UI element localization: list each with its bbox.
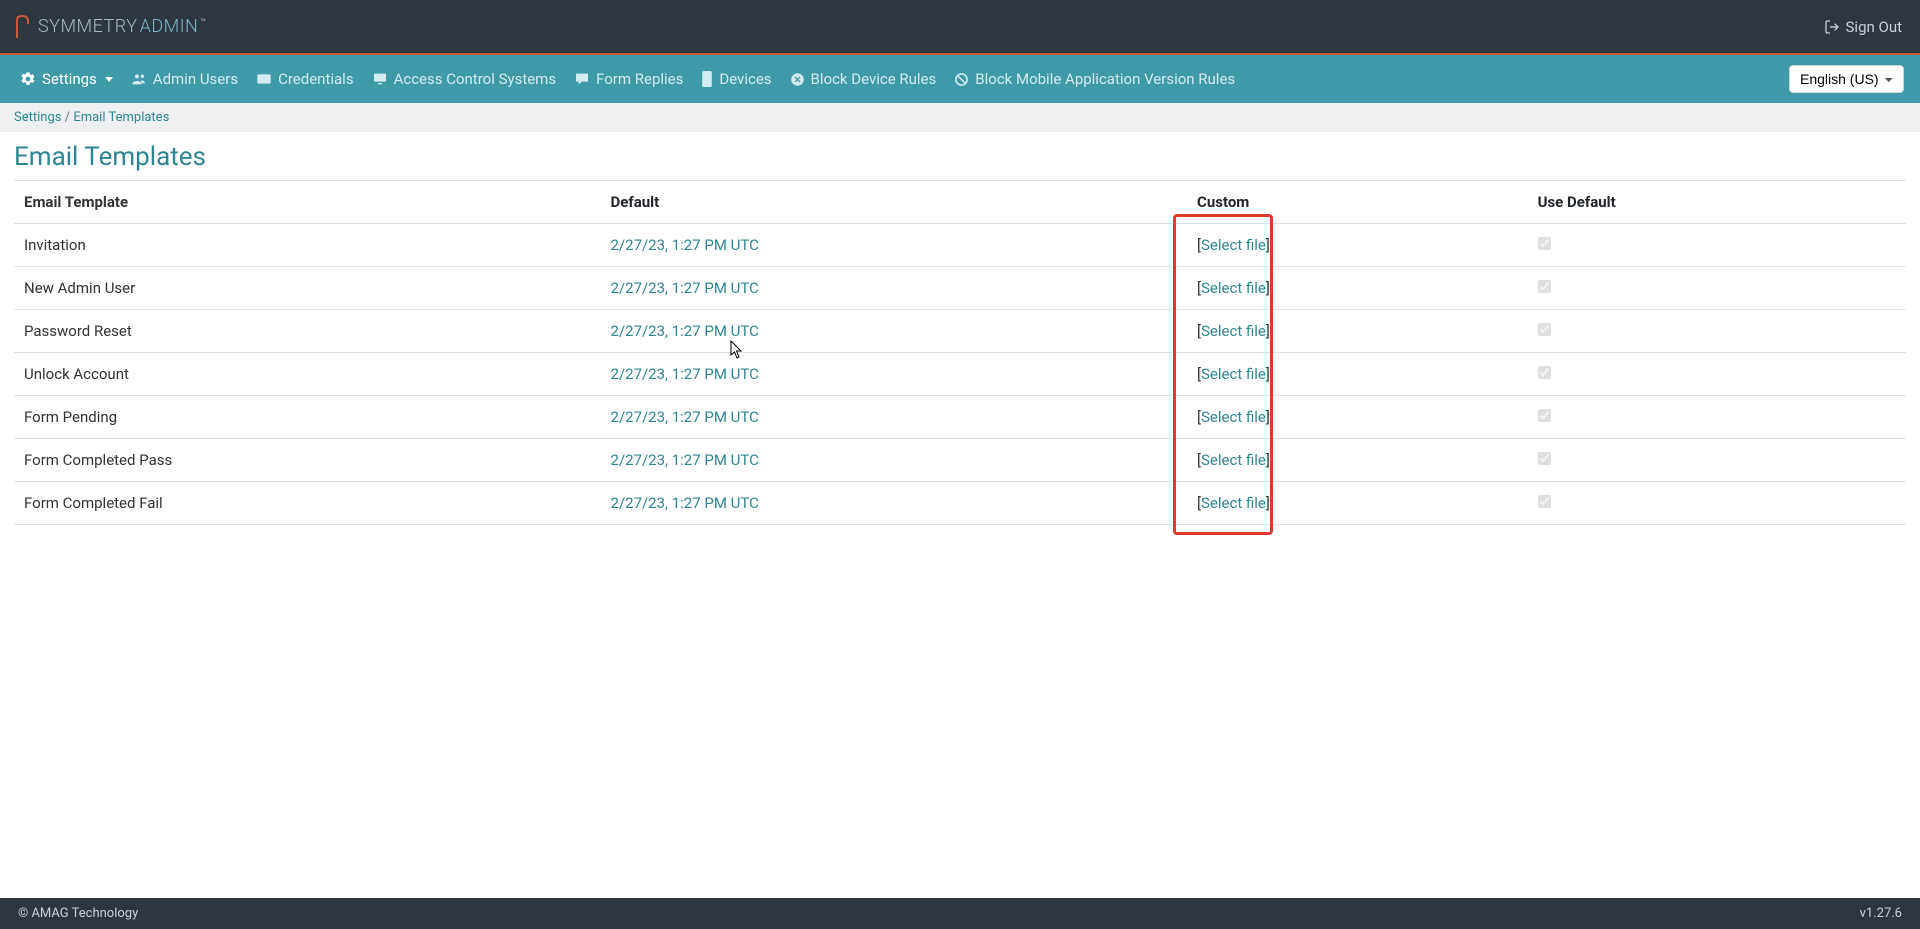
default-template-link[interactable]: 2/27/23, 1:27 PM UTC: [611, 365, 759, 383]
topbar: SYMMETRYADMIN™ Sign Out: [0, 0, 1920, 55]
nav-devices[interactable]: Devices: [697, 64, 775, 94]
template-name: Form Completed Fail: [14, 482, 601, 525]
table-row: Form Completed Fail 2/27/23, 1:27 PM UTC […: [14, 482, 1906, 525]
nav-admin-users[interactable]: Admin Users: [127, 64, 242, 94]
select-file-link[interactable]: Select file: [1201, 236, 1266, 254]
ban-icon: [954, 72, 969, 87]
select-file-link[interactable]: Select file: [1201, 451, 1266, 469]
footer-copyright: © AMAG Technology: [18, 906, 138, 921]
custom-cell: [Select file]: [1187, 353, 1528, 396]
use-default-checkbox[interactable]: [1538, 323, 1551, 336]
chevron-down-icon: [105, 77, 113, 82]
use-default-checkbox[interactable]: [1538, 452, 1551, 465]
custom-cell: [Select file]: [1187, 482, 1528, 525]
nav-settings[interactable]: Settings: [16, 64, 117, 94]
table-row: Form Completed Pass 2/27/23, 1:27 PM UTC […: [14, 439, 1906, 482]
id-card-icon: [256, 71, 272, 87]
footer-version: v1.27.6: [1860, 906, 1902, 921]
brand-text-2: ADMIN: [140, 16, 199, 37]
brand-tm: ™: [200, 18, 206, 28]
brand-text-1: SYMMETRY: [38, 16, 138, 37]
default-template-link[interactable]: 2/27/23, 1:27 PM UTC: [611, 408, 759, 426]
brand-mark-icon: [14, 14, 34, 40]
nav-block-mobile[interactable]: Block Mobile Application Version Rules: [950, 64, 1239, 94]
select-file-link[interactable]: Select file: [1201, 494, 1266, 512]
template-name: Unlock Account: [14, 353, 601, 396]
table-row: Unlock Account 2/27/23, 1:27 PM UTC [Selec…: [14, 353, 1906, 396]
select-file-link[interactable]: Select file: [1201, 365, 1266, 383]
template-name: Invitation: [14, 224, 601, 267]
users-icon: [131, 71, 147, 87]
custom-cell: [Select file]: [1187, 439, 1528, 482]
use-default-checkbox[interactable]: [1538, 495, 1551, 508]
template-name: New Admin User: [14, 267, 601, 310]
default-template-link[interactable]: 2/27/23, 1:27 PM UTC: [611, 322, 759, 340]
default-template-link[interactable]: 2/27/23, 1:27 PM UTC: [611, 279, 759, 297]
table-row: Password Reset 2/27/23, 1:27 PM UTC [Selec…: [14, 310, 1906, 353]
use-default-checkbox[interactable]: [1538, 237, 1551, 250]
col-header-custom: Custom: [1187, 181, 1528, 224]
footer: © AMAG Technology v1.27.6: [0, 898, 1920, 929]
select-file-link[interactable]: Select file: [1201, 408, 1266, 426]
col-header-default: Default: [601, 181, 1188, 224]
use-default-checkbox[interactable]: [1538, 409, 1551, 422]
default-template-link[interactable]: 2/27/23, 1:27 PM UTC: [611, 494, 759, 512]
use-default-checkbox[interactable]: [1538, 366, 1551, 379]
comment-icon: [574, 71, 590, 87]
default-template-link[interactable]: 2/27/23, 1:27 PM UTC: [611, 236, 759, 254]
language-select[interactable]: English (US): [1789, 65, 1904, 93]
breadcrumb-sep: /: [65, 110, 70, 125]
signout-button[interactable]: Sign Out: [1824, 18, 1902, 36]
template-name: Password Reset: [14, 310, 601, 353]
template-name: Form Completed Pass: [14, 439, 601, 482]
brand-logo[interactable]: SYMMETRYADMIN™: [14, 14, 206, 40]
table-row: Form Pending 2/27/23, 1:27 PM UTC [Select …: [14, 396, 1906, 439]
content: Email Templates Email Template Default C…: [0, 132, 1920, 898]
mobile-icon: [701, 71, 713, 87]
custom-cell: [Select file]: [1187, 310, 1528, 353]
nav-form-replies[interactable]: Form Replies: [570, 64, 687, 94]
custom-cell: [Select file]: [1187, 396, 1528, 439]
signout-icon: [1824, 19, 1840, 35]
page-title: Email Templates: [14, 142, 1906, 172]
main-nav: Settings Admin Users Credentials Access …: [0, 55, 1920, 103]
breadcrumb-root[interactable]: Settings: [14, 110, 61, 125]
nav-block-device[interactable]: Block Device Rules: [786, 64, 941, 94]
select-file-link[interactable]: Select file: [1201, 279, 1266, 297]
table-row: Invitation 2/27/23, 1:27 PM UTC [Select fi…: [14, 224, 1906, 267]
breadcrumb: Settings / Email Templates: [0, 103, 1920, 132]
use-default-checkbox[interactable]: [1538, 280, 1551, 293]
table-wrap: Email Template Default Custom Use Defaul…: [14, 180, 1906, 525]
default-template-link[interactable]: 2/27/23, 1:27 PM UTC: [611, 451, 759, 469]
access-icon: [372, 71, 388, 87]
gear-icon: [20, 71, 36, 87]
select-file-link[interactable]: Select file: [1201, 322, 1266, 340]
custom-cell: [Select file]: [1187, 267, 1528, 310]
template-name: Form Pending: [14, 396, 601, 439]
email-template-table: Email Template Default Custom Use Defaul…: [14, 180, 1906, 525]
table-row: New Admin User 2/27/23, 1:27 PM UTC [Selec…: [14, 267, 1906, 310]
col-header-template: Email Template: [14, 181, 601, 224]
col-header-use-default: Use Default: [1528, 181, 1906, 224]
custom-cell: [Select file]: [1187, 224, 1528, 267]
nav-credentials[interactable]: Credentials: [252, 64, 357, 94]
nav-access-control[interactable]: Access Control Systems: [368, 64, 561, 94]
block-circle-icon: [790, 72, 805, 87]
breadcrumb-current[interactable]: Email Templates: [73, 110, 169, 125]
